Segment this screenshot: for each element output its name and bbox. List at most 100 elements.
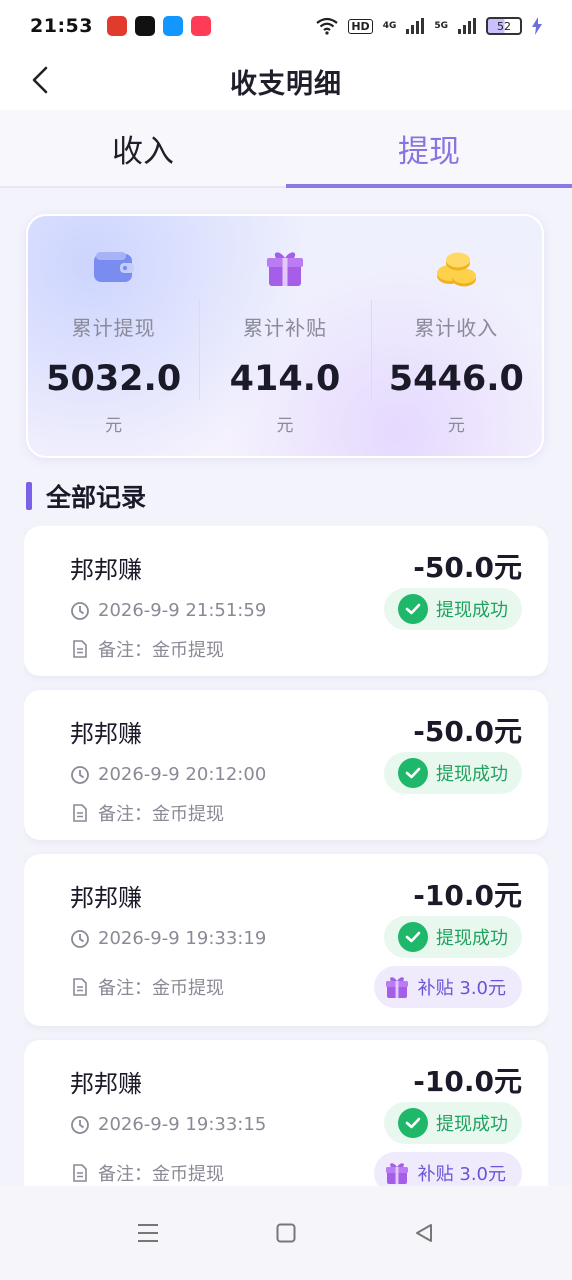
back-button[interactable]: [26, 64, 58, 96]
status-badge: 提现成功: [384, 1102, 522, 1144]
record-time-text: 2026-9-9 21:51:59: [98, 600, 267, 621]
record-time-text: 2026-9-9 19:33:15: [98, 1114, 267, 1135]
menu-nav-button[interactable]: [133, 1218, 163, 1248]
status-bar: 21:53 HD 4G 5G 52: [0, 0, 572, 52]
record-item[interactable]: 邦邦赚 -10.0元 2026-9-9 19:33:15 备注： 金币提现 提现成…: [24, 1040, 548, 1186]
record-note-label: 备注：: [98, 640, 152, 661]
check-circle-icon: [398, 758, 428, 788]
summary-card: 累计提现 5032.0 元 累计补贴 414.0 元 累计收入 5446.0 元: [26, 214, 544, 458]
record-name: 邦邦赚: [70, 720, 142, 748]
status-badge-text: 提现成功: [436, 600, 508, 621]
wifi-icon: [316, 17, 339, 35]
clock-icon: [71, 929, 89, 948]
document-icon: [73, 978, 87, 996]
hd-indicator: HD: [348, 18, 373, 34]
menu-icon: [138, 1224, 158, 1242]
section-title-text: 全部记录: [46, 483, 147, 512]
record-note-label: 备注：: [98, 1164, 152, 1185]
clock-icon: [71, 1115, 89, 1134]
subsidy-badge-text: 补贴 3.0元: [417, 978, 506, 999]
status-badge-text: 提现成功: [436, 1114, 508, 1135]
record-item[interactable]: 邦邦赚 -10.0元 2026-9-9 19:33:19 备注： 金币提现 提现成…: [24, 854, 548, 1026]
stat-total-income: 累计收入 5446.0 元: [370, 216, 542, 456]
signal-5g-label: 5G: [434, 21, 448, 31]
record-name: 邦邦赚: [70, 556, 142, 584]
gift-icon: [385, 977, 408, 998]
gift-icon: [266, 252, 303, 286]
record-name: 邦邦赚: [70, 1070, 142, 1098]
page-title: 收支明细: [230, 68, 342, 100]
stat-total-subsidy: 累计补贴 414.0 元: [199, 216, 370, 456]
record-time: 2026-9-9 19:33:19: [70, 928, 266, 949]
tab-income[interactable]: 收入: [0, 110, 286, 186]
header: 收支明细: [0, 52, 572, 110]
record-time-text: 2026-9-9 20:12:00: [98, 764, 267, 785]
signal-5g-icon: [458, 18, 476, 34]
record-name: 邦邦赚: [70, 884, 142, 912]
document-icon: [73, 1164, 87, 1182]
status-badge-text: 提现成功: [436, 764, 508, 785]
subsidy-badge: 补贴 3.0元: [373, 1152, 522, 1186]
stat-value: 5446.0: [388, 359, 524, 399]
battery-icon: 52: [486, 17, 522, 35]
stat-unit: 元: [276, 416, 294, 436]
stat-unit: 元: [447, 416, 465, 436]
subsidy-badge-text: 补贴 3.0元: [417, 1164, 506, 1185]
record-note: 备注： 金币提现: [70, 1160, 224, 1186]
status-badge-text: 提现成功: [436, 928, 508, 949]
status-indicators: HD 4G 5G 52: [316, 17, 542, 35]
signal-4g-label: 4G: [382, 21, 397, 31]
status-badge: 提现成功: [384, 916, 522, 958]
check-circle-icon: [398, 1108, 428, 1138]
record-time: 2026-9-9 20:12:00: [70, 764, 266, 785]
records-list[interactable]: 邦邦赚 -50.0元 2026-9-9 21:51:59 备注： 金币提现 提现成…: [24, 526, 548, 1186]
record-note-value: 金币提现: [152, 804, 224, 825]
stat-label: 累计补贴: [242, 316, 327, 340]
check-circle-icon: [398, 922, 428, 952]
signal-4g-icon: [406, 18, 425, 34]
stat-total-withdraw: 累计提现 5032.0 元: [28, 216, 199, 456]
status-app-icons: [106, 16, 211, 36]
stat-value: 414.0: [229, 359, 341, 399]
record-note-value: 金币提现: [152, 640, 224, 661]
wechat-icon: [134, 16, 155, 36]
record-note-value: 金币提现: [152, 978, 224, 999]
record-note-label: 备注：: [98, 978, 152, 999]
charging-icon: [532, 17, 542, 35]
record-note: 备注： 金币提现: [70, 636, 224, 662]
document-icon: [73, 804, 87, 822]
back-nav-button[interactable]: [409, 1218, 439, 1248]
record-note: 备注： 金币提现: [70, 974, 224, 1000]
record-note-label: 备注：: [98, 804, 152, 825]
stat-value: 5032.0: [46, 359, 182, 399]
record-item[interactable]: 邦邦赚 -50.0元 2026-9-9 21:51:59 备注： 金币提现 提现成…: [24, 526, 548, 676]
section-accent-bar: [26, 482, 32, 510]
qq-icon: [162, 16, 183, 36]
tab-bar: 收入 提现: [0, 110, 572, 188]
clock-icon: [71, 765, 89, 784]
status-badge: 提现成功: [384, 752, 522, 794]
stat-label: 累计提现: [71, 316, 156, 340]
home-nav-button[interactable]: [271, 1218, 301, 1248]
app-notification-icon: [190, 16, 211, 36]
record-amount: -10.0元: [413, 879, 522, 912]
record-amount: -10.0元: [413, 1065, 522, 1098]
wallet-icon: [93, 252, 134, 282]
check-circle-icon: [398, 594, 428, 624]
record-item[interactable]: 邦邦赚 -50.0元 2026-9-9 20:12:00 备注： 金币提现 提现成…: [24, 690, 548, 840]
record-time-text: 2026-9-9 19:33:19: [98, 928, 267, 949]
status-badge: 提现成功: [384, 588, 522, 630]
stat-unit: 元: [105, 416, 123, 436]
section-title: 全部记录: [26, 478, 146, 514]
system-nav-bar: [0, 1186, 572, 1280]
record-note-value: 金币提现: [152, 1164, 224, 1185]
subsidy-badge: 补贴 3.0元: [373, 966, 522, 1008]
notification-app-icon: [106, 16, 127, 36]
stat-label: 累计收入: [414, 316, 499, 340]
coins-icon: [437, 252, 477, 287]
triangle-back-icon: [416, 1224, 432, 1242]
tab-withdraw[interactable]: 提现: [286, 110, 572, 188]
record-time: 2026-9-9 21:51:59: [70, 600, 266, 621]
gift-icon: [385, 1163, 408, 1184]
record-amount: -50.0元: [413, 551, 522, 584]
